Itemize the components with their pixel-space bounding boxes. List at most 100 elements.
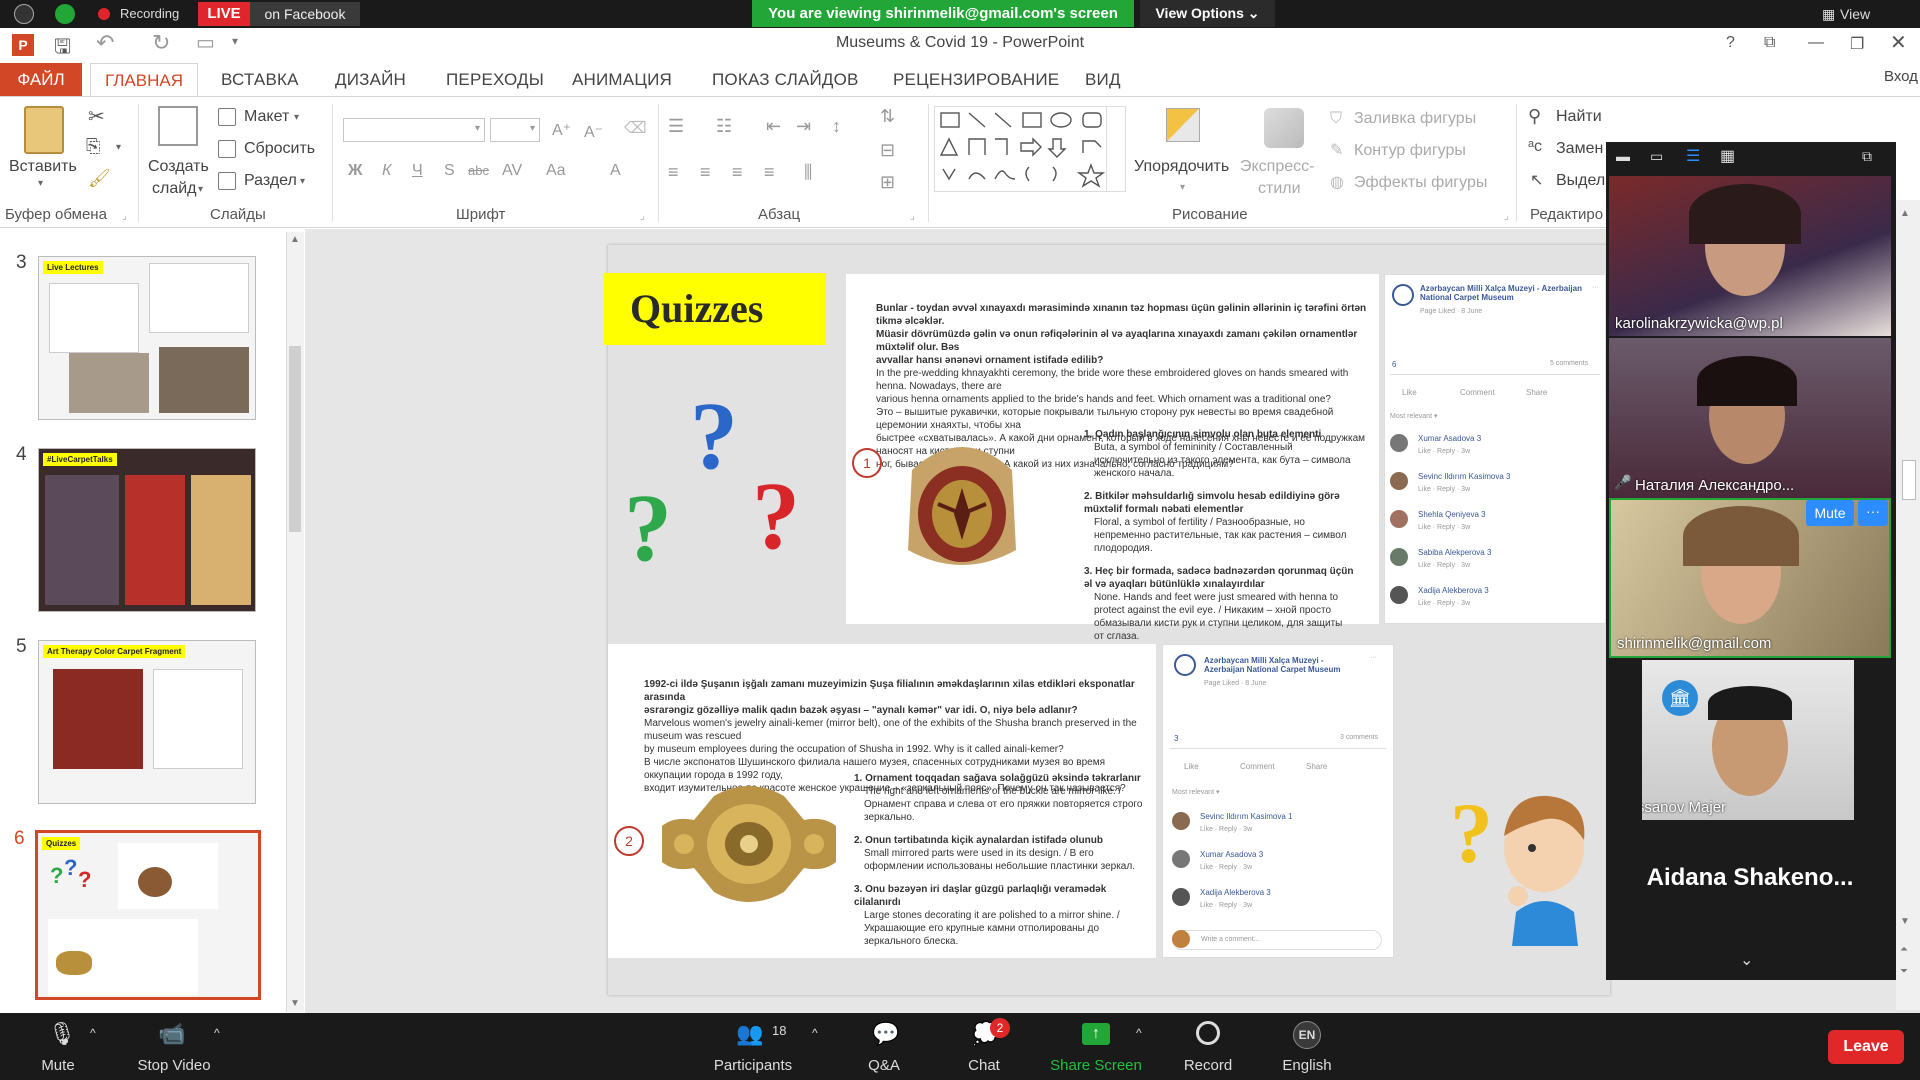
leave-button[interactable]: Leave	[1828, 1030, 1904, 1064]
new-slide-icon[interactable]	[158, 106, 198, 146]
share-options-chevron-icon[interactable]: ^	[1136, 1026, 1142, 1040]
increase-indent-icon[interactable]: ⇥	[796, 116, 811, 137]
participant-video-2[interactable]: Наталия Александро...	[1609, 338, 1891, 498]
grid-icon[interactable]: ▦	[1822, 6, 1835, 23]
slide-title[interactable]: Quizzes	[604, 273, 826, 345]
text-direction-icon[interactable]: ⇅	[880, 106, 895, 127]
align-text-icon[interactable]: ⊟	[880, 140, 895, 161]
share-screen-button[interactable]: ↑ Share Screen	[1042, 1013, 1150, 1080]
decrease-indent-icon[interactable]: ⇤	[766, 116, 781, 137]
layout-dropdown-icon[interactable]: ▾	[294, 112, 299, 123]
fb-like-button[interactable]: Like	[1184, 762, 1199, 771]
reset-button[interactable]: Сбросить	[244, 140, 315, 158]
find-button[interactable]: Найти	[1556, 108, 1602, 126]
font-name-input[interactable]: ▾	[343, 118, 485, 142]
paste-button[interactable]: Вставить	[9, 158, 77, 176]
fill-bucket-icon[interactable]: ⛉	[1330, 110, 1342, 128]
shape-outline-button[interactable]: Контур фигуры	[1354, 142, 1466, 160]
participants-button[interactable]: 👥 18 Participants	[706, 1013, 800, 1080]
clipboard-dialog-launcher-icon[interactable]: ⌟	[122, 211, 127, 222]
close-icon[interactable]: ✕	[1890, 30, 1907, 55]
shapes-gallery-scroll[interactable]	[1106, 106, 1126, 192]
tab-home[interactable]: ГЛАВНАЯ	[90, 63, 198, 97]
shield-icon[interactable]	[55, 4, 75, 24]
facebook-post-2[interactable]	[1162, 644, 1394, 958]
fb-most-relevant[interactable]: Most relevant ▾	[1172, 788, 1219, 796]
qa-button[interactable]: 💬 Q&A	[846, 1013, 922, 1080]
gallery-grid-icon[interactable]: ▦	[1720, 146, 1735, 166]
mute-participant-button[interactable]: Mute	[1806, 500, 1854, 526]
participants-chevron-icon[interactable]: ^	[812, 1026, 818, 1040]
record-button[interactable]: Record	[1170, 1013, 1246, 1080]
smartart-icon[interactable]: ⊞	[880, 172, 895, 193]
slide-vertical-scrollbar[interactable]	[1896, 200, 1920, 1010]
fb-page-name[interactable]: Azərbaycan Milli Xalça Muzeyi - Azerbaij…	[1420, 284, 1590, 302]
shape-effects-button[interactable]: Эффекты фигуры	[1354, 174, 1487, 192]
slide-scroll-thumb[interactable]	[1902, 460, 1916, 500]
new-slide-button-line2[interactable]: слайд	[152, 180, 197, 198]
paste-icon[interactable]	[24, 106, 64, 154]
font-size-input[interactable]: ▾	[490, 118, 540, 142]
layout-button[interactable]: Макет	[244, 108, 289, 126]
scroll-down-icon[interactable]: ▼	[1900, 916, 1910, 927]
layout-icon[interactable]	[218, 108, 236, 126]
slide-thumbnail-4[interactable]: #LiveCarpetTalks	[38, 448, 256, 612]
next-slide-icon[interactable]: ⏷	[1900, 966, 1908, 977]
copy-icon[interactable]: ⎘	[86, 136, 100, 157]
decrease-font-icon[interactable]: A⁻	[584, 122, 603, 142]
exit-panel-icon[interactable]: ⧉	[1862, 148, 1872, 165]
tab-review[interactable]: РЕЦЕНЗИРОВАНИЕ	[893, 70, 1059, 90]
tab-transitions[interactable]: ПЕРЕХОДЫ	[446, 70, 544, 90]
participant-video-1[interactable]: karolinakrzywicka@wp.pl	[1609, 176, 1891, 336]
select-icon[interactable]: ↖	[1530, 170, 1543, 190]
participant-video-4[interactable]: 🏛 Massanov Majer	[1642, 660, 1854, 820]
thumbnail-scroll-thumb[interactable]	[289, 346, 301, 532]
strikethrough-button[interactable]: abc	[468, 163, 489, 178]
bold-button[interactable]: Ж	[348, 162, 362, 180]
paragraph-dialog-launcher-icon[interactable]: ⌟	[910, 211, 915, 222]
tab-insert[interactable]: ВСТАВКА	[221, 70, 299, 90]
fb-share-button[interactable]: Share	[1306, 762, 1327, 771]
clear-format-icon[interactable]: ⌫	[624, 118, 647, 138]
tab-slideshow[interactable]: ПОКАЗ СЛАЙДОВ	[712, 70, 859, 90]
live-badge[interactable]: LIVE	[198, 2, 250, 26]
numbering-icon[interactable]: ☷	[716, 116, 732, 137]
audio-options-chevron-icon[interactable]: ^	[90, 1026, 96, 1040]
info-icon[interactable]	[14, 4, 34, 24]
drawing-dialog-launcher-icon[interactable]: ⌟	[1504, 211, 1509, 222]
justify-icon[interactable]: ≡	[764, 162, 775, 183]
more-icon[interactable]: ···	[1592, 284, 1599, 291]
copy-dropdown-icon[interactable]: ▾	[116, 142, 121, 153]
section-button[interactable]: Раздел	[244, 172, 297, 190]
shadow-button[interactable]: S	[444, 162, 455, 180]
effects-icon[interactable]: ◍	[1330, 172, 1344, 192]
fb-comments-count[interactable]: 3 comments	[1340, 734, 1378, 741]
line-spacing-icon[interactable]: ↕	[832, 116, 841, 137]
arrange-dropdown-icon[interactable]: ▾	[1180, 182, 1185, 193]
ribbon-display-icon[interactable]: ⧉	[1764, 34, 1775, 52]
arrange-icon[interactable]	[1166, 108, 1200, 142]
change-case-button[interactable]: Aa	[546, 162, 566, 180]
quick-styles-button[interactable]: Экспресс-	[1240, 158, 1314, 176]
replace-button[interactable]: Замен	[1556, 140, 1603, 158]
quick-styles-button-line2[interactable]: стили	[1258, 180, 1301, 198]
columns-icon[interactable]: ⫼	[804, 162, 812, 183]
fb-reactions[interactable]: 6	[1392, 360, 1396, 369]
live-platform-label[interactable]: on Facebook	[250, 2, 360, 26]
fb-comment-button[interactable]: Comment	[1240, 762, 1275, 771]
slide-thumbnail-5[interactable]: Art Therapy Color Carpet Fragment	[38, 640, 256, 804]
more-icon[interactable]: ···	[1370, 654, 1377, 661]
align-left-icon[interactable]: ≡	[668, 162, 679, 183]
tab-design[interactable]: ДИЗАЙН	[335, 70, 406, 90]
chat-button[interactable]: 💭 Chat	[948, 1013, 1020, 1080]
video-options-chevron-icon[interactable]: ^	[214, 1026, 220, 1040]
underline-button[interactable]: Ч	[412, 162, 423, 180]
shapes-gallery[interactable]	[934, 106, 1126, 192]
scroll-up-icon[interactable]: ▲	[290, 234, 300, 245]
restore-icon[interactable]: ❐	[1850, 34, 1864, 54]
fb-most-relevant[interactable]: Most relevant ▾	[1390, 412, 1437, 420]
new-slide-button[interactable]: Создать	[148, 158, 209, 176]
recording-label[interactable]: Recording	[120, 6, 179, 21]
minimize-icon[interactable]: ▬	[1616, 148, 1630, 164]
participant-more-button[interactable]: ···	[1858, 500, 1888, 526]
